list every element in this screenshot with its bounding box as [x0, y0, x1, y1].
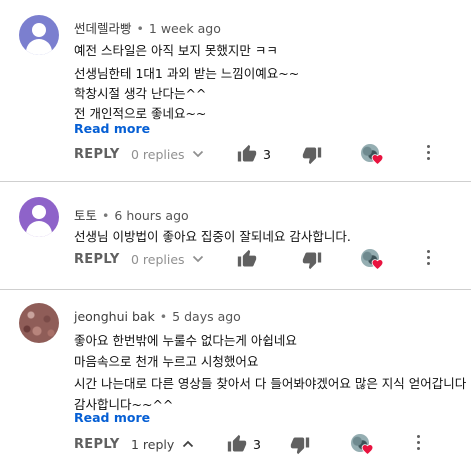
thumb-up-icon[interactable]: [227, 434, 247, 454]
reply-button[interactable]: REPLY: [74, 252, 120, 267]
chevron-up-icon[interactable]: [181, 437, 195, 451]
thumb-up-icon[interactable]: [237, 249, 257, 269]
separator-dot: •: [102, 208, 110, 223]
comment-header: jeonghui bak • 5 days ago: [74, 309, 241, 324]
heart-icon: [371, 154, 384, 166]
comment-line: 좋아요 한번밖에 누룰수 없다는게 아쉽네요: [74, 333, 297, 348]
comment-3: jeonghui bak • 5 days ago 좋아요 한번밖에 누룰수 없다는…: [0, 290, 471, 471]
avatar-head-icon: [32, 23, 46, 37]
thumb-down-icon[interactable]: [290, 435, 310, 455]
comment-line: 시간 나는대로 다른 영상들 찾아서 다 들어봐야겠어요 많은 지식 얻어갑니다: [74, 376, 467, 391]
comment-header: 썬데렐라빵 • 1 week ago: [74, 18, 221, 37]
comment-line: 선생님 이방법이 좋아요 집중이 잘되네요 감사합니다.: [74, 229, 351, 244]
heart-icon: [361, 444, 374, 456]
comment-time[interactable]: 6 hours ago: [114, 208, 188, 223]
author-name[interactable]: 썬데렐라빵: [74, 21, 132, 36]
comment-line: 선생님한테 1대1 과외 받는 느낌이예요~~: [74, 66, 300, 81]
comment-actions: REPLY 0 replies 3: [74, 144, 454, 166]
author-avatar[interactable]: [19, 197, 59, 237]
author-avatar[interactable]: [19, 303, 59, 343]
like-count: 3: [263, 147, 271, 162]
replies-count[interactable]: 0 replies: [131, 147, 185, 162]
chevron-down-icon[interactable]: [191, 252, 205, 266]
comment-actions: REPLY 0 replies: [74, 249, 454, 271]
comment-actions: REPLY 1 reply 3: [74, 434, 454, 456]
more-vert-icon[interactable]: [425, 145, 431, 163]
avatar-body-icon: [26, 39, 52, 55]
comment-line: 마음속으로 천개 누르고 시청했어요: [74, 354, 259, 369]
comment-2: 토토 • 6 hours ago 선생님 이방법이 좋아요 집중이 잘되네요 감사합…: [0, 182, 471, 288]
avatar-head-icon: [32, 205, 46, 219]
read-more-link[interactable]: Read more: [74, 410, 150, 425]
more-vert-icon[interactable]: [425, 250, 431, 268]
chevron-down-icon[interactable]: [191, 147, 205, 161]
reply-button[interactable]: REPLY: [74, 437, 120, 452]
comment-line: 예전 스타일은 아직 보지 못했지만 ㅋㅋ: [74, 43, 278, 58]
thumb-down-icon[interactable]: [302, 250, 322, 270]
replies-count[interactable]: 0 replies: [131, 252, 185, 267]
author-name[interactable]: jeonghui bak: [74, 309, 155, 324]
like-count: 3: [253, 437, 261, 452]
comment-line: 전 개인적으로 좋네요~~: [74, 106, 207, 121]
comment-1: 썬데렐라빵 • 1 week ago 예전 스타일은 아직 보지 못했지만 ㅋㅋ 선…: [0, 0, 471, 180]
replies-count[interactable]: 1 reply: [131, 437, 174, 452]
creator-heart-badge: [351, 434, 374, 456]
comment-time[interactable]: 5 days ago: [172, 309, 241, 324]
author-avatar[interactable]: [19, 15, 59, 55]
heart-icon: [371, 259, 384, 271]
thumb-up-icon[interactable]: [237, 144, 257, 164]
read-more-link[interactable]: Read more: [74, 121, 150, 136]
avatar-body-icon: [26, 221, 52, 237]
author-name[interactable]: 토토: [74, 208, 97, 223]
comment-time[interactable]: 1 week ago: [149, 21, 221, 36]
separator-dot: •: [159, 309, 168, 324]
separator-dot: •: [136, 21, 144, 36]
reply-button[interactable]: REPLY: [74, 147, 120, 162]
creator-heart-badge: [361, 249, 384, 271]
comment-header: 토토 • 6 hours ago: [74, 205, 189, 224]
creator-heart-badge: [361, 144, 384, 166]
thumb-down-icon[interactable]: [302, 145, 322, 165]
more-vert-icon[interactable]: [415, 435, 421, 453]
comment-line: 학창시절 생각 난다는^^: [74, 86, 207, 101]
